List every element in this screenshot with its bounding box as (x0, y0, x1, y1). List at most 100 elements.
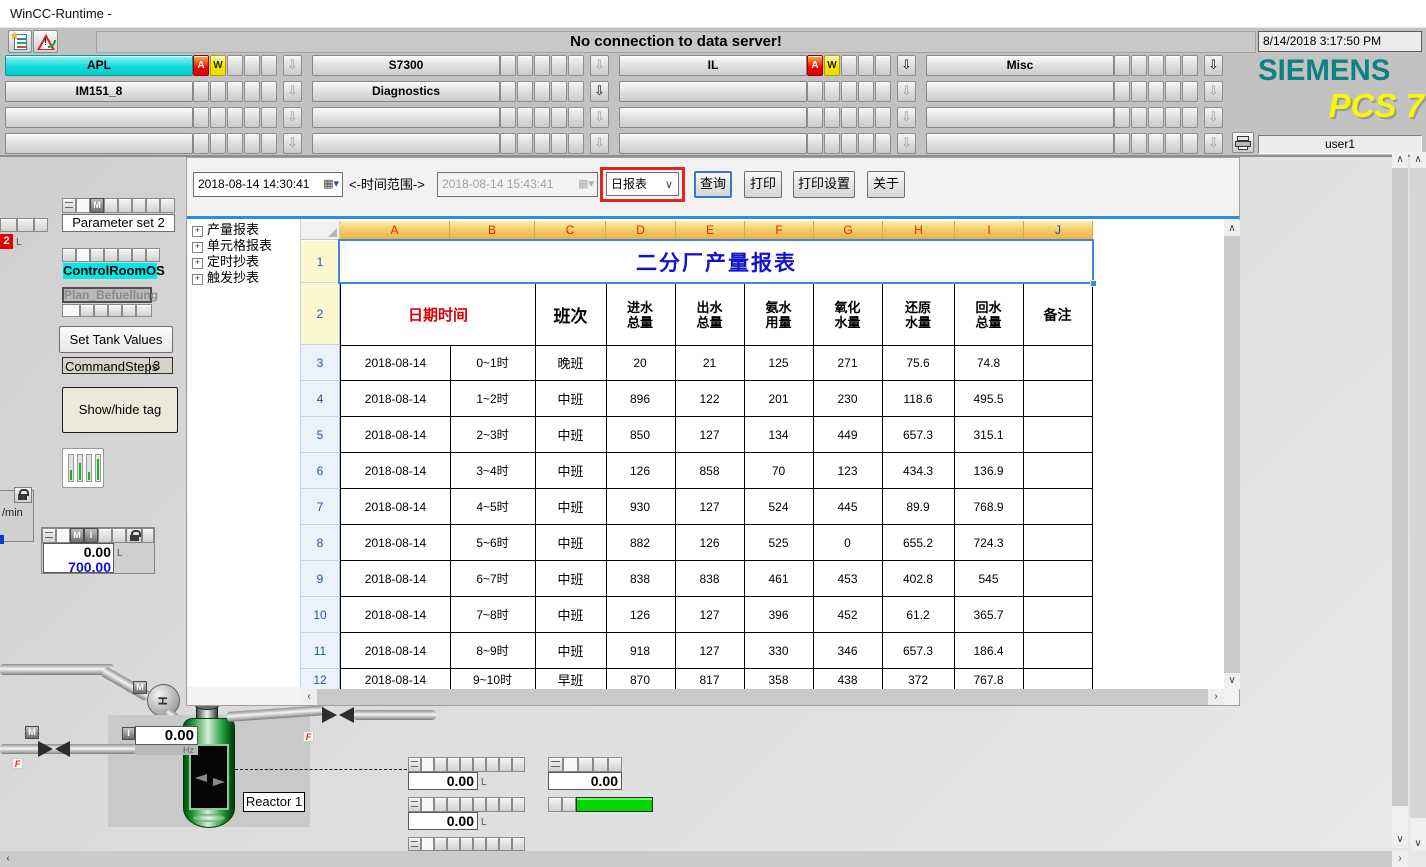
sheet-row-header-10[interactable]: 10 (301, 597, 340, 633)
cell-note[interactable] (1023, 345, 1093, 381)
cell-date[interactable]: 2018-08-14 (340, 525, 451, 561)
header-col-7[interactable]: 还原水量 (882, 283, 955, 346)
sheet-col-header-F[interactable]: F (745, 221, 814, 240)
cell-value[interactable]: 372 (882, 669, 955, 689)
cell-date[interactable]: 2018-08-14 (340, 345, 451, 381)
nav-button-empty[interactable] (312, 133, 500, 154)
nav-expand-arrow-icon[interactable]: ⇩ (1204, 81, 1223, 102)
cell-value[interactable]: 495.5 (954, 381, 1024, 417)
cell-time[interactable]: 3~4时 (450, 453, 536, 489)
cell-value[interactable]: 768.9 (954, 489, 1024, 525)
nav-button-empty[interactable] (619, 133, 807, 154)
cell-value[interactable]: 396 (744, 597, 814, 633)
cell-date[interactable]: 2018-08-14 (340, 489, 451, 525)
nav-button-empty[interactable] (312, 107, 500, 128)
cell-value[interactable]: 453 (813, 561, 883, 597)
tree-item-2[interactable]: +定时抄表 (192, 254, 300, 270)
nav-button-empty[interactable] (5, 133, 193, 154)
cell-date[interactable]: 2018-08-14 (340, 597, 451, 633)
sheet-row-header-11[interactable]: 11 (301, 633, 340, 669)
cell-value[interactable]: 358 (744, 669, 814, 689)
cell-value[interactable]: 657.3 (882, 417, 955, 453)
menu-icon[interactable] (42, 528, 56, 543)
cell-value[interactable]: 545 (954, 561, 1024, 597)
cell-value[interactable]: 127 (675, 417, 745, 453)
sheet-col-header-H[interactable]: H (883, 221, 955, 240)
dropdown-icon[interactable]: ▾ (333, 178, 339, 190)
nav-expand-arrow-icon[interactable]: ⇩ (897, 107, 916, 128)
cell-shift[interactable]: 中班 (535, 633, 607, 669)
set-tank-values-button[interactable]: Set Tank Values (59, 326, 173, 353)
cell-value[interactable]: 838 (675, 561, 745, 597)
cell-shift[interactable]: 中班 (535, 525, 607, 561)
tree-item-0[interactable]: +产量报表 (192, 222, 300, 238)
cell-shift[interactable]: 中班 (535, 417, 607, 453)
cell-value[interactable]: 838 (605, 561, 676, 597)
sheet-col-header-C[interactable]: C (535, 221, 606, 240)
cell-value[interactable]: 126 (605, 597, 676, 633)
nav-expand-arrow-icon[interactable]: ⇩ (1204, 107, 1223, 128)
query-button[interactable]: 查询 (694, 171, 732, 198)
scrollbar-thumb[interactable] (1392, 168, 1408, 806)
nav-expand-arrow-icon[interactable]: ⇩ (590, 55, 609, 76)
sheet-col-header-G[interactable]: G (814, 221, 883, 240)
parameter-set-value[interactable]: Parameter set 2 (62, 214, 175, 232)
cell-value[interactable]: 122 (675, 381, 745, 417)
show-hide-tag-button[interactable]: Show/hide tag (62, 387, 178, 433)
nav-expand-arrow-icon[interactable]: ⇩ (283, 107, 302, 128)
sheet-col-header-D[interactable]: D (606, 221, 676, 240)
cell-value[interactable]: 452 (813, 597, 883, 633)
cell-time[interactable]: 4~5时 (450, 489, 536, 525)
print-report-button[interactable]: 打印 (744, 171, 782, 198)
nav-button-empty[interactable] (926, 81, 1114, 102)
header-col-5[interactable]: 氨水用量 (744, 283, 814, 346)
sheet-row-header-2[interactable]: 2 (301, 283, 340, 345)
scrollbar-thumb[interactable] (317, 689, 1208, 705)
start-time-picker[interactable]: 2018-08-14 14:30:41 ▦▾ (193, 172, 343, 197)
cell-date[interactable]: 2018-08-14 (340, 453, 451, 489)
chevron-up-icon[interactable]: ∧ (1392, 152, 1408, 168)
tree-expand-icon[interactable]: + (192, 226, 203, 237)
tree-expand-icon[interactable]: + (192, 242, 203, 253)
nav-button-im151_8[interactable]: IM151_8 (5, 81, 193, 102)
faceplate-slider-button[interactable] (62, 448, 104, 488)
nav-expand-arrow-icon[interactable]: ⇩ (897, 55, 916, 76)
cell-time[interactable]: 9~10时 (450, 669, 536, 689)
cell-value[interactable]: 449 (813, 417, 883, 453)
cell-value[interactable]: 524 (744, 489, 814, 525)
cell-value[interactable]: 201 (744, 381, 814, 417)
tree-expand-icon[interactable]: + (192, 258, 203, 269)
nav-button-apl[interactable]: APL (5, 55, 193, 76)
chevron-up-icon[interactable]: ∧ (1410, 152, 1426, 168)
chevron-right-icon[interactable]: › (1392, 851, 1408, 867)
nav-expand-arrow-icon[interactable]: ⇩ (1204, 133, 1223, 154)
sheet-row-header-6[interactable]: 6 (301, 453, 340, 489)
cell-value[interactable]: 118.6 (882, 381, 955, 417)
cell-value[interactable]: 930 (605, 489, 676, 525)
sheet-col-header-E[interactable]: E (676, 221, 745, 240)
cell-value[interactable]: 136.9 (954, 453, 1024, 489)
report-title-cell[interactable]: 二分厂产量报表 (340, 241, 1093, 283)
cell-note[interactable] (1023, 489, 1093, 525)
cell-shift[interactable]: 中班 (535, 453, 607, 489)
sheet-vertical-scrollbar[interactable]: ∧ ∨ (1224, 220, 1240, 689)
cell-value[interactable]: 918 (605, 633, 676, 669)
cell-value[interactable]: 655.2 (882, 525, 955, 561)
cell-value[interactable]: 61.2 (882, 597, 955, 633)
nav-button-empty[interactable] (5, 107, 193, 128)
cell-value[interactable]: 123 (813, 453, 883, 489)
cell-shift[interactable]: 中班 (535, 561, 607, 597)
about-button[interactable]: 关于 (867, 171, 905, 198)
cell-value[interactable]: 70 (744, 453, 814, 489)
sheet-col-header-I[interactable]: I (955, 221, 1024, 240)
lock-icon[interactable] (14, 487, 32, 503)
sheet-row-header-12[interactable]: 12 (301, 669, 340, 689)
cell-value[interactable]: 126 (675, 525, 745, 561)
cell-value[interactable]: 21 (675, 345, 745, 381)
sheet-row-header-8[interactable]: 8 (301, 525, 340, 561)
header-col-3[interactable]: 进水总量 (605, 283, 676, 346)
cell-value[interactable]: 127 (675, 633, 745, 669)
window-horizontal-scrollbar[interactable]: ‹ (0, 851, 1392, 867)
nav-expand-arrow-icon[interactable]: ⇩ (897, 81, 916, 102)
sheet-col-header-A[interactable]: A (340, 221, 450, 240)
